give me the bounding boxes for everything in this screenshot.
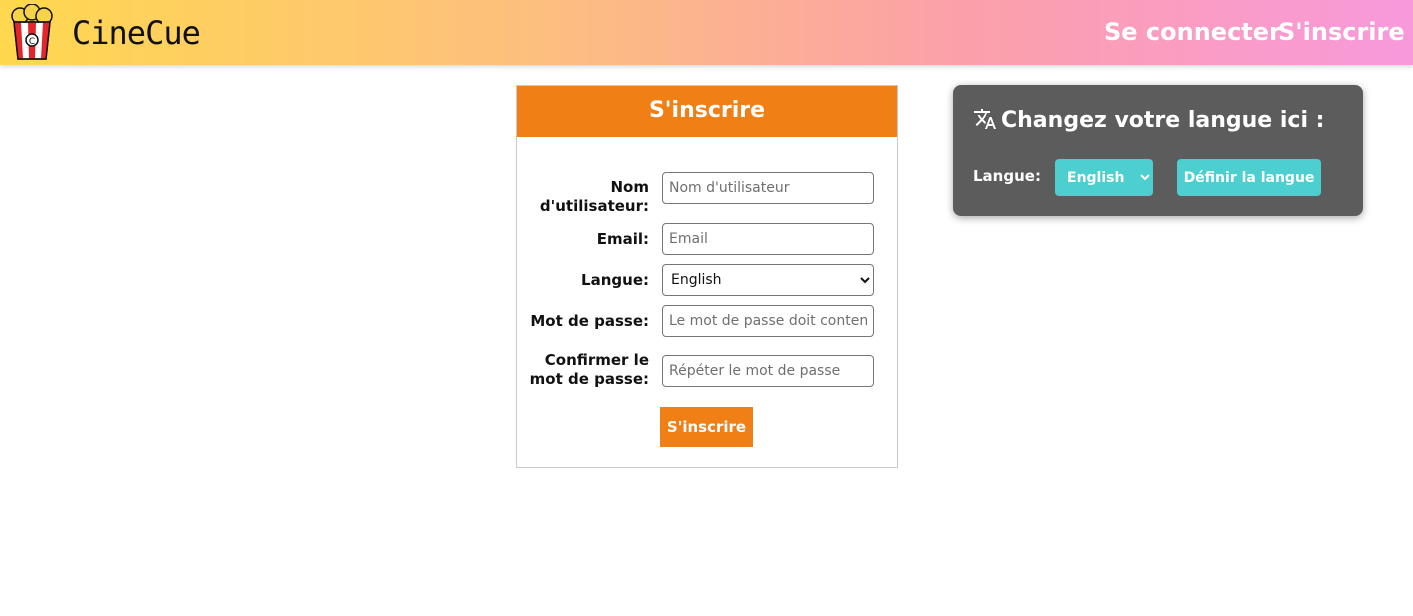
password-input[interactable]	[662, 305, 874, 337]
popcorn-icon[interactable]: C	[10, 4, 54, 61]
language-select[interactable]: English	[662, 264, 874, 296]
top-navbar: C CineCue Se connecter S'inscrire	[0, 0, 1413, 65]
email-label: Email:	[596, 230, 649, 248]
panel-language-select[interactable]: English	[1055, 159, 1153, 196]
language-panel-title: Changez votre langue ici :	[973, 106, 1324, 136]
panel-language-label: Langue:	[973, 167, 1041, 185]
nav-login-link[interactable]: Se connecter	[1104, 16, 1281, 48]
brand-name[interactable]: CineCue	[72, 14, 201, 52]
svg-text:C: C	[29, 37, 35, 47]
confirm-password-label: Confirmer le mot de passe:	[529, 351, 649, 388]
username-label: Nom d'utilisateur:	[539, 178, 649, 215]
confirm-password-input[interactable]	[662, 355, 874, 387]
signup-submit-button[interactable]: S'inscrire	[660, 407, 753, 447]
password-label: Mot de passe:	[530, 312, 649, 330]
signup-card: S'inscrire Nom d'utilisateur: Email: Lan…	[516, 85, 898, 468]
language-panel: Changez votre langue ici : Langue: Engli…	[953, 85, 1363, 216]
set-language-button[interactable]: Définir la langue	[1177, 159, 1321, 196]
email-input[interactable]	[662, 223, 874, 255]
nav-signup-link[interactable]: S'inscrire	[1278, 16, 1405, 48]
language-label: Langue:	[581, 271, 649, 289]
signup-card-title: S'inscrire	[517, 86, 897, 137]
username-input[interactable]	[662, 172, 874, 204]
translate-icon	[974, 109, 996, 129]
language-panel-title-text: Changez votre langue ici :	[1001, 108, 1325, 133]
